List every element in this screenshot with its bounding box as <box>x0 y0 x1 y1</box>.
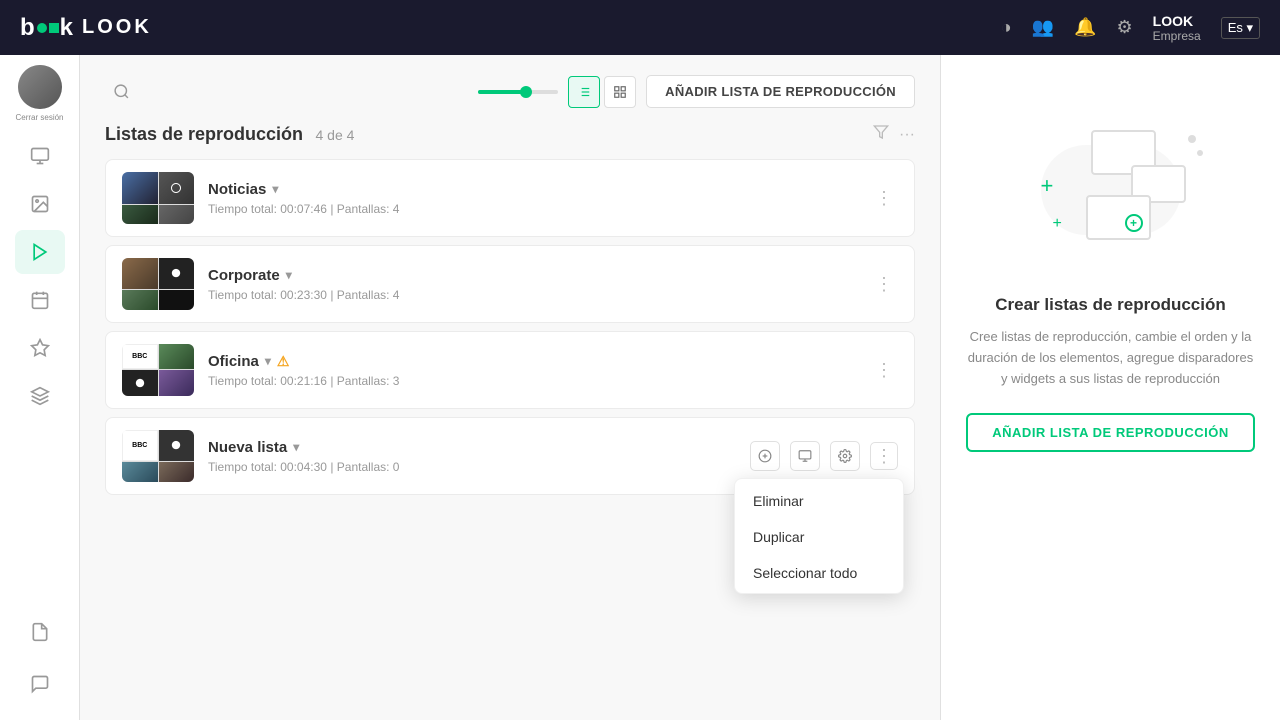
main: AÑADIR LISTA DE REPRODUCCIÓN Listas de r… <box>80 55 1280 720</box>
illustration: + + + <box>1011 115 1211 275</box>
add-media-button[interactable] <box>750 441 780 471</box>
sidebar-item-screens[interactable] <box>15 134 65 178</box>
topbar-right: ◑ 👥 🔔 ⚙ LOOK Empresa Es ▾ <box>1001 13 1260 43</box>
assign-screen-button[interactable] <box>790 441 820 471</box>
right-panel: + + + Crear listas de reproducción Cree … <box>940 55 1280 720</box>
illus-screen-3: + <box>1086 195 1151 240</box>
more-options-button[interactable]: ··· <box>899 126 915 144</box>
playlist-name: Noticias ▾ <box>208 181 856 198</box>
list-view-button[interactable] <box>568 76 600 108</box>
dropdown-menu: Eliminar Duplicar Seleccionar todo <box>734 478 904 594</box>
dropdown-select-all[interactable]: Seleccionar todo <box>735 555 903 591</box>
section-header: Listas de reproducción 4 de 4 ··· <box>105 124 915 145</box>
playlist-item: Noticias ▾ Tiempo total: 00:07:46 | Pant… <box>105 159 915 237</box>
user-company: Empresa <box>1153 29 1201 43</box>
content-area: AÑADIR LISTA DE REPRODUCCIÓN Listas de r… <box>80 55 940 720</box>
playlist-more-button[interactable]: ⋮ <box>870 270 898 298</box>
playlist-thumbnail: BBC <box>122 430 194 482</box>
sidebar-item-schedule[interactable] <box>15 278 65 322</box>
sidebar-bottom <box>15 610 65 710</box>
playlist-name: Corporate ▾ <box>208 267 856 284</box>
add-playlist-button-toolbar[interactable]: AÑADIR LISTA DE REPRODUCCIÓN <box>646 75 915 108</box>
sidebar-item-documents[interactable] <box>15 610 65 654</box>
users-icon[interactable]: 👥 <box>1032 17 1054 38</box>
sidebar-item-layers[interactable] <box>15 374 65 418</box>
toolbar-right: AÑADIR LISTA DE REPRODUCCIÓN <box>478 75 915 108</box>
add-playlist-button-panel[interactable]: AÑADIR LISTA DE REPRODUCCIÓN <box>966 413 1254 452</box>
language-selector[interactable]: Es ▾ <box>1221 17 1260 39</box>
right-panel-description: Cree listas de reproducción, cambie el o… <box>966 327 1255 389</box>
user-name: LOOK <box>1153 13 1201 29</box>
chevron-down-icon: ▾ <box>293 440 299 454</box>
chevron-down-icon: ▾ <box>265 354 271 368</box>
topbar: bk LOOK ◑ 👥 🔔 ⚙ LOOK Empresa Es ▾ <box>0 0 1280 55</box>
search-button[interactable] <box>105 76 137 108</box>
playlist-info: Oficina ▾ ⚠ Tiempo total: 00:21:16 | Pan… <box>208 353 856 388</box>
sidebar-item-media[interactable] <box>15 182 65 226</box>
grid-view-button[interactable] <box>604 76 636 108</box>
avatar[interactable] <box>18 65 62 109</box>
view-toggle <box>568 76 636 108</box>
playlist-info: Corporate ▾ Tiempo total: 00:23:30 | Pan… <box>208 267 856 302</box>
dropdown-duplicate[interactable]: Duplicar <box>735 519 903 555</box>
section-title-area: Listas de reproducción 4 de 4 <box>105 124 354 145</box>
playlist-thumbnail: BBC <box>122 344 194 396</box>
section-count: 4 de 4 <box>316 127 355 143</box>
sidebar-item-widgets[interactable] <box>15 326 65 370</box>
section-title: Listas de reproducción <box>105 124 303 144</box>
playlist-more-button[interactable]: ⋮ <box>870 356 898 384</box>
filter-button[interactable] <box>873 124 889 145</box>
playlist-info: Noticias ▾ Tiempo total: 00:07:46 | Pant… <box>208 181 856 216</box>
playlist-meta: Tiempo total: 00:21:16 | Pantallas: 3 <box>208 374 856 388</box>
playlist-item: BBC Nueva lista ▾ Tiempo total: 00:04:30… <box>105 417 915 495</box>
right-panel-title: Crear listas de reproducción <box>995 295 1226 315</box>
settings-icon[interactable]: ⚙ <box>1117 17 1133 38</box>
dropdown-delete[interactable]: Eliminar <box>735 483 903 519</box>
chevron-down-icon: ▾ <box>272 182 278 196</box>
analytics-icon[interactable]: ◑ <box>1001 17 1012 38</box>
logout-label[interactable]: Cerrar sesión <box>15 113 63 122</box>
playlist-thumbnail <box>122 172 194 224</box>
plus-icon-2: + <box>1053 215 1062 233</box>
playlist-more-button[interactable]: ⋮ <box>870 442 898 470</box>
size-slider[interactable] <box>478 90 558 94</box>
playlist-meta: Tiempo total: 00:04:30 | Pantallas: 0 <box>208 460 736 474</box>
chevron-down-icon: ▾ <box>286 268 292 282</box>
section-actions: ··· <box>873 124 915 145</box>
playlist-info: Nueva lista ▾ Tiempo total: 00:04:30 | P… <box>208 439 736 474</box>
logo-text: LOOK <box>82 16 152 39</box>
settings-playlist-button[interactable] <box>830 441 860 471</box>
logo: bk LOOK <box>20 14 152 42</box>
sidebar-item-playlists[interactable] <box>15 230 65 274</box>
sidebar: Cerrar sesión <box>0 55 80 720</box>
playlist-item: BBC Oficina ▾ ⚠ Tiempo total: 00:21:16 <box>105 331 915 409</box>
playlist-meta: Tiempo total: 00:07:46 | Pantallas: 4 <box>208 202 856 216</box>
toolbar: AÑADIR LISTA DE REPRODUCCIÓN <box>105 75 915 108</box>
user-info: LOOK Empresa <box>1153 13 1201 43</box>
playlist-thumbnail <box>122 258 194 310</box>
sidebar-item-messages[interactable] <box>15 662 65 706</box>
playlist-meta: Tiempo total: 00:23:30 | Pantallas: 4 <box>208 288 856 302</box>
playlist-more-button[interactable]: ⋮ <box>870 184 898 212</box>
playlist-list: Noticias ▾ Tiempo total: 00:07:46 | Pant… <box>105 159 915 495</box>
playlist-action-icons: ⋮ <box>750 441 898 471</box>
playlist-name: Nueva lista ▾ <box>208 439 736 456</box>
playlist-item: Corporate ▾ Tiempo total: 00:23:30 | Pan… <box>105 245 915 323</box>
plus-icon-1: + <box>1041 173 1054 199</box>
bell-icon[interactable]: 🔔 <box>1074 17 1096 38</box>
playlist-name: Oficina ▾ ⚠ <box>208 353 856 370</box>
warning-icon: ⚠ <box>277 353 290 370</box>
toolbar-left <box>105 76 137 108</box>
